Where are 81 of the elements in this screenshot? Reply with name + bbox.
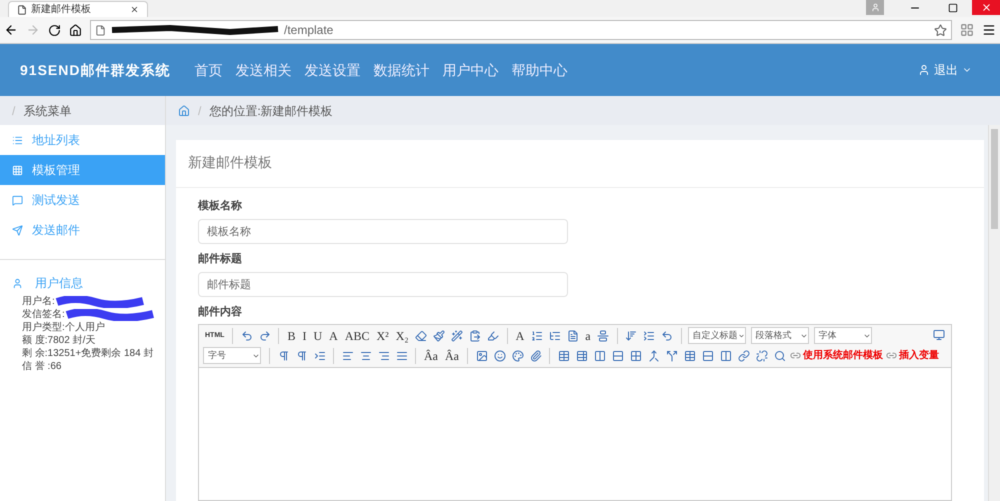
format-button[interactable]: X₂ <box>394 328 411 344</box>
rows-icon[interactable] <box>610 348 625 363</box>
align-icon[interactable] <box>596 328 611 343</box>
user-info-line: 用户类型:个人用户 <box>22 320 105 334</box>
text-field[interactable]: 邮件标题 <box>198 272 568 297</box>
eraser-icon[interactable] <box>414 328 429 343</box>
user-info-line: 用户名: <box>22 294 55 309</box>
search-icon[interactable] <box>772 348 787 363</box>
sidebar-header: 系统菜单 <box>23 102 72 120</box>
format-select[interactable]: 段落格式 <box>750 327 809 344</box>
brand-title[interactable]: 91SEND邮件群发系统 <box>20 60 170 80</box>
format-button[interactable]: U <box>311 328 324 344</box>
split-icon[interactable] <box>664 348 679 363</box>
panel-title: 新建邮件模板 <box>188 154 272 173</box>
rows-icon[interactable] <box>700 348 715 363</box>
reload-icon[interactable] <box>48 24 61 36</box>
toolbar-link[interactable]: 插入变量 <box>886 348 939 363</box>
format-select[interactable]: 自定义标题 <box>688 327 746 344</box>
paste-icon[interactable] <box>468 328 483 343</box>
breadcrumb: 您的位置:新建邮件模板 <box>209 102 333 120</box>
address-bar[interactable]: /template <box>90 20 952 40</box>
unlink-icon[interactable] <box>754 348 769 363</box>
table-icon[interactable] <box>682 348 697 363</box>
user-icon <box>12 278 23 288</box>
scrollbar-thumb[interactable] <box>991 129 998 229</box>
menu-icon[interactable] <box>982 23 996 37</box>
link-icon <box>886 350 897 361</box>
apps-icon[interactable] <box>960 23 974 37</box>
user-info-title: 用户信息 <box>35 275 83 292</box>
format-select[interactable]: 字号 <box>203 347 261 364</box>
bookmark-star-icon[interactable] <box>934 24 947 36</box>
grid-icon <box>12 164 23 176</box>
user-menu[interactable]: 退出 <box>918 61 972 79</box>
format-button[interactable]: B <box>285 328 298 344</box>
text-field[interactable]: 模板名称 <box>198 219 568 244</box>
fullscreen-icon[interactable] <box>933 328 945 340</box>
field-label: 邮件内容 <box>198 304 243 320</box>
separator-slash: / <box>12 102 16 120</box>
columns-icon[interactable] <box>592 348 607 363</box>
image-icon[interactable] <box>474 348 489 363</box>
chat-icon <box>12 194 23 206</box>
format-select[interactable]: 字体 <box>814 327 872 344</box>
grid-icon[interactable] <box>628 348 643 363</box>
close-icon[interactable] <box>130 5 139 14</box>
link-icon[interactable] <box>736 348 751 363</box>
paperclip-icon[interactable] <box>528 348 543 363</box>
table-icon[interactable] <box>574 348 589 363</box>
user-info-line: 发信签名: <box>22 308 65 322</box>
format-button[interactable]: a <box>583 328 593 344</box>
separator-slash: / <box>198 102 202 120</box>
home-icon[interactable] <box>69 24 82 36</box>
page-icon <box>17 4 27 14</box>
format-button[interactable]: X² <box>374 328 391 344</box>
browser-tab[interactable]: 新建邮件模板 <box>8 1 148 17</box>
user-info-line: 额 度:7802 封/天 <box>22 334 96 348</box>
page-icon <box>95 24 106 36</box>
format-button[interactable]: ABC <box>342 328 372 344</box>
format-button[interactable]: I <box>300 328 308 344</box>
user-icon <box>918 64 930 76</box>
table-icon[interactable] <box>556 348 571 363</box>
close-icon <box>980 2 992 13</box>
user-info-line: 信 誉 :66 <box>22 360 62 374</box>
format-button[interactable]: A <box>327 328 340 344</box>
format-button[interactable]: Âa <box>443 348 461 364</box>
format-button[interactable]: Âa <box>422 348 440 364</box>
field-label: 模板名称 <box>198 198 243 214</box>
send-icon <box>12 224 23 236</box>
field-label: 邮件标题 <box>198 252 243 267</box>
user-info-line: 剩 余:13251+免费剩余 184 封 <box>22 346 154 360</box>
smiley-icon[interactable] <box>492 348 507 363</box>
brush-icon[interactable] <box>432 328 447 343</box>
format-button[interactable]: A <box>514 328 526 344</box>
columns-icon[interactable] <box>718 348 733 363</box>
list-icon <box>12 134 23 146</box>
close-button[interactable] <box>972 0 1000 15</box>
palette-icon[interactable] <box>510 348 525 363</box>
wand-icon[interactable] <box>450 328 465 343</box>
back-icon[interactable] <box>4 23 18 37</box>
link-icon <box>790 350 801 361</box>
toolbar-link[interactable]: 使用系统邮件模板 <box>790 348 883 363</box>
user-icon <box>870 3 880 12</box>
